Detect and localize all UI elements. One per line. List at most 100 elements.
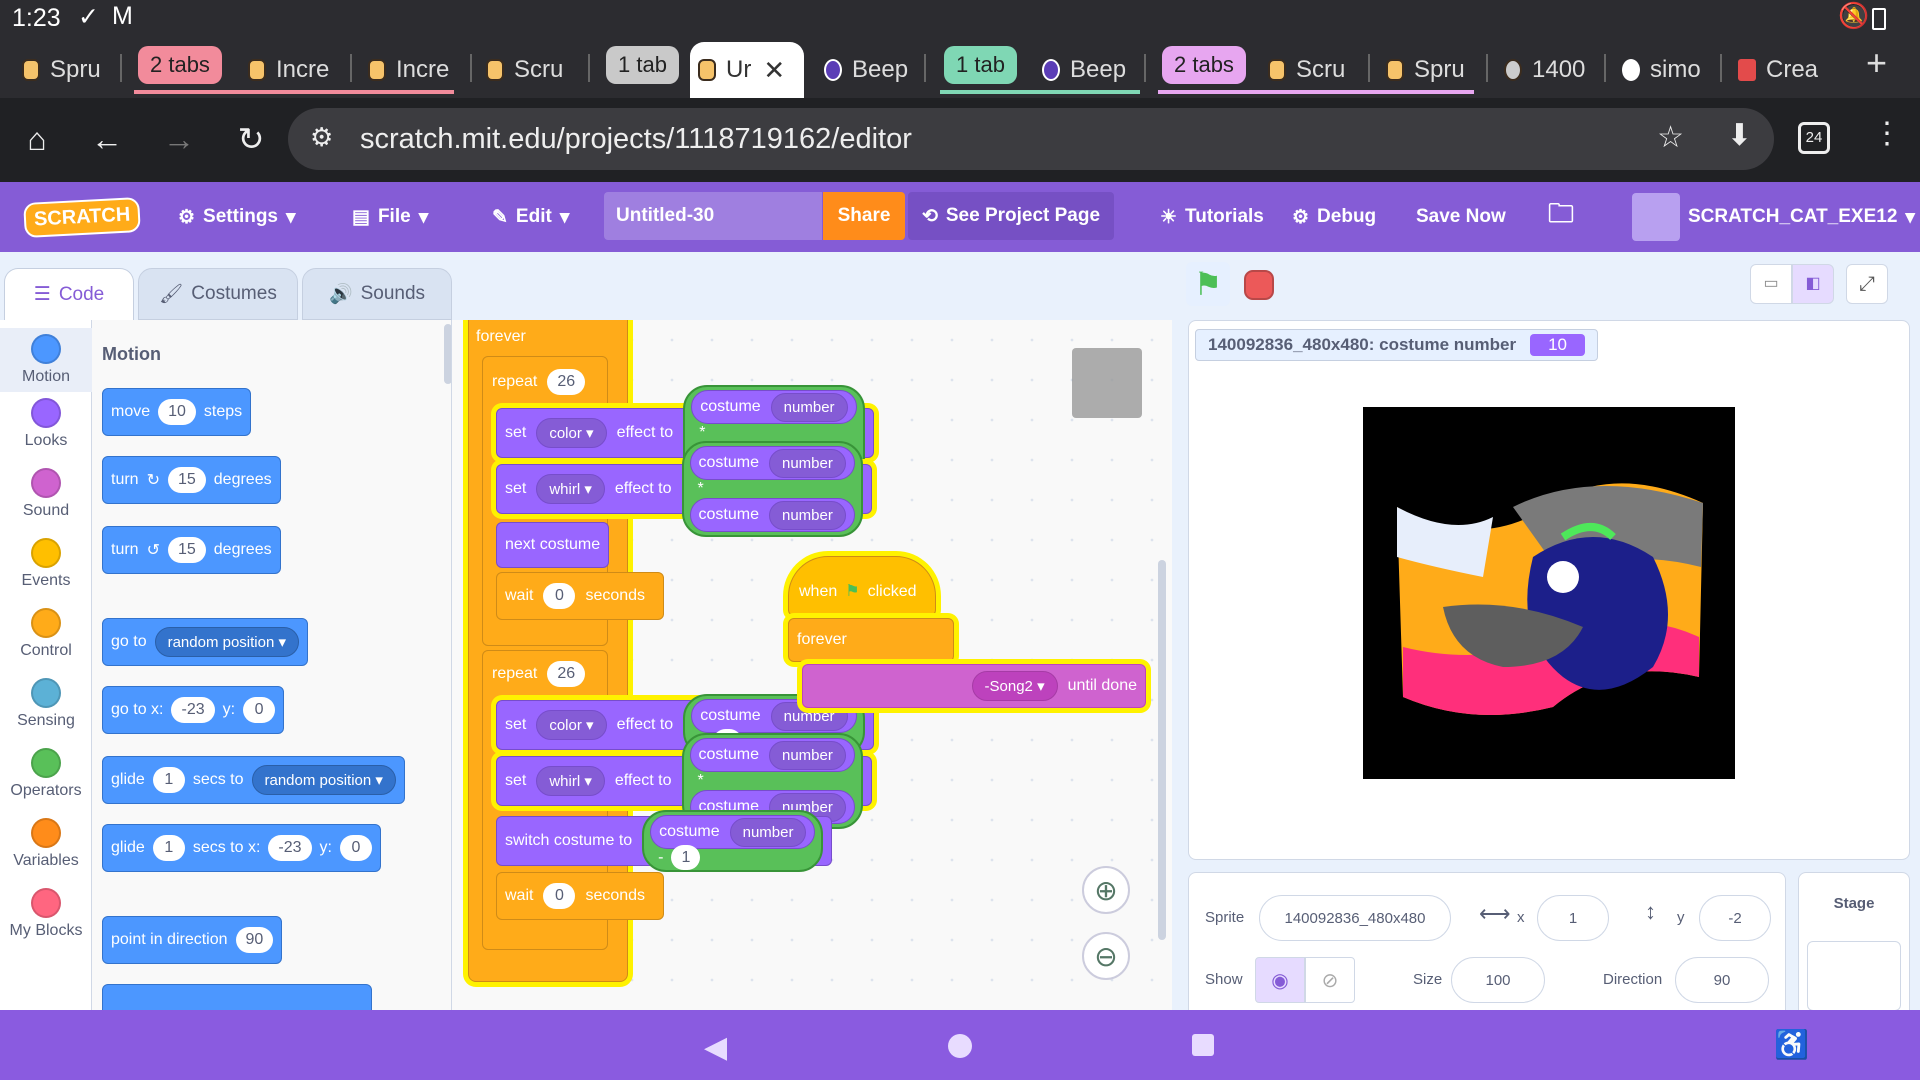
- costume-number-dropdown[interactable]: number: [729, 817, 807, 847]
- scratch-logo[interactable]: SCRATCH: [23, 196, 142, 238]
- large-stage-icon[interactable]: ◧: [1792, 264, 1834, 304]
- costume-reporter[interactable]: costume number: [689, 446, 855, 480]
- browser-tab[interactable]: Scru: [1260, 45, 1358, 95]
- stop-button[interactable]: [1244, 270, 1274, 300]
- reload-icon[interactable]: ↻: [228, 116, 274, 162]
- save-now-button[interactable]: Save Now: [1416, 182, 1506, 252]
- stage-target-panel[interactable]: Stage: [1798, 872, 1910, 1012]
- tab-group-chip[interactable]: 2 tabs: [138, 46, 222, 84]
- category-looks[interactable]: Looks: [0, 398, 92, 450]
- degrees-input[interactable]: 15: [167, 537, 206, 563]
- category-control[interactable]: Control: [0, 608, 92, 660]
- wait-block[interactable]: wait 0 seconds: [496, 572, 664, 620]
- turn-right-block[interactable]: turn ↻ 15 degrees: [102, 456, 281, 504]
- file-menu[interactable]: ▤ File ▾: [352, 182, 428, 252]
- costume-number-dropdown[interactable]: number: [769, 500, 846, 530]
- url-bar[interactable]: ⚙ scratch.mit.edu/projects/1118719162/ed…: [288, 108, 1774, 170]
- tab-costumes[interactable]: 🖌 Costumes: [138, 268, 298, 320]
- browser-tab[interactable]: 1400: [1496, 45, 1594, 95]
- site-settings-icon[interactable]: ⚙: [310, 122, 333, 153]
- multiply-operator[interactable]: costume number * costume number: [681, 441, 863, 537]
- direction-input[interactable]: 90: [235, 927, 274, 953]
- bookmark-star-icon[interactable]: ☆: [1657, 120, 1684, 155]
- sprite-y-input[interactable]: -2: [1699, 895, 1771, 941]
- palette-scrollbar[interactable]: [444, 324, 451, 384]
- category-motion[interactable]: Motion: [0, 328, 92, 392]
- when-flag-clicked-hat[interactable]: when ⚑ clicked: [788, 556, 936, 616]
- point-towards-block[interactable]: [102, 984, 372, 1010]
- set-whirl-effect-block[interactable]: set whirl ▾ effect to costume number * costum…: [496, 733, 872, 829]
- tab-sounds[interactable]: 🔊 Sounds: [302, 268, 452, 320]
- wait-block[interactable]: wait 0 seconds: [496, 872, 664, 920]
- tutorials-button[interactable]: ☀ Tutorials: [1160, 182, 1264, 252]
- number-input[interactable]: 1: [671, 845, 701, 870]
- stage-thumbnail[interactable]: [1807, 941, 1901, 1011]
- back-icon[interactable]: ←: [84, 116, 130, 162]
- category-operators[interactable]: Operators: [0, 748, 92, 800]
- category-events[interactable]: Events: [0, 538, 92, 590]
- script-scrollbar[interactable]: [1158, 560, 1166, 940]
- browser-tab[interactable]: Incre: [360, 45, 456, 95]
- category-variables[interactable]: Variables: [0, 818, 92, 870]
- sprite-size-input[interactable]: 100: [1451, 957, 1545, 1003]
- browser-tab[interactable]: Scru: [478, 45, 578, 95]
- browser-tab[interactable]: Spru: [14, 45, 114, 95]
- category-sensing[interactable]: Sensing: [0, 678, 92, 730]
- secs-input[interactable]: 1: [152, 835, 185, 861]
- costume-number-dropdown[interactable]: number: [769, 448, 846, 478]
- steps-input[interactable]: 10: [158, 399, 196, 425]
- play-sound-until-done-block[interactable]: -Song2 ▾ until done: [802, 664, 1146, 708]
- turn-left-block[interactable]: turn ↺ 15 degrees: [102, 526, 281, 574]
- glide-to-block[interactable]: glide 1 secs to random position ▾: [102, 756, 405, 804]
- costume-reporter[interactable]: costume number: [689, 738, 855, 772]
- switch-costume-block[interactable]: switch costume to costume number -1: [496, 810, 833, 872]
- home-icon[interactable]: ⌂: [14, 116, 60, 162]
- sprite-costume-image[interactable]: [1363, 407, 1735, 779]
- sprite-x-input[interactable]: 1: [1537, 895, 1609, 941]
- browser-tab[interactable]: Incre: [240, 45, 344, 95]
- glide-target-dropdown[interactable]: random position ▾: [251, 765, 396, 795]
- show-visible-eye-icon[interactable]: ◉: [1255, 957, 1305, 1003]
- y-input[interactable]: 0: [339, 835, 372, 861]
- zoom-out-icon[interactable]: ⊖: [1082, 932, 1130, 980]
- go-to-xy-block[interactable]: go to x: -23 y: 0: [102, 686, 285, 734]
- degrees-input[interactable]: 15: [167, 467, 206, 493]
- hide-eye-icon[interactable]: ⊘: [1305, 957, 1355, 1003]
- sound-dropdown[interactable]: -Song2 ▾: [971, 671, 1058, 701]
- share-button[interactable]: Share: [823, 192, 905, 240]
- browser-tab-active[interactable]: Ur ✕: [690, 42, 804, 98]
- forever-block[interactable]: forever: [788, 618, 954, 662]
- browser-tab[interactable]: Beep: [816, 45, 916, 95]
- fullscreen-icon[interactable]: ⤢: [1846, 264, 1888, 304]
- settings-menu[interactable]: ⚙ Settings ▾: [178, 182, 296, 252]
- browser-tab[interactable]: Crea: [1730, 45, 1830, 95]
- y-input[interactable]: 0: [243, 697, 276, 723]
- small-stage-icon[interactable]: ▭: [1750, 264, 1792, 304]
- tab-group-chip[interactable]: 1 tab: [944, 46, 1017, 84]
- tab-group-chip[interactable]: 1 tab: [606, 46, 679, 84]
- download-icon[interactable]: ⬇: [1727, 118, 1752, 153]
- stage[interactable]: 140092836_480x480: costume number 10: [1188, 320, 1910, 860]
- project-title-input[interactable]: Untitled-30: [604, 192, 822, 240]
- tab-code[interactable]: ☰ Code: [4, 268, 134, 320]
- browser-tab[interactable]: Beep: [1034, 45, 1138, 95]
- set-whirl-effect-block[interactable]: set whirl ▾ effect to costume number * costum…: [496, 441, 872, 537]
- category-sound[interactable]: Sound: [0, 468, 92, 520]
- secs-input[interactable]: 1: [152, 767, 185, 793]
- repeat-count-input[interactable]: 26: [547, 661, 586, 687]
- more-menu-icon[interactable]: ⋮: [1872, 116, 1902, 151]
- zoom-in-icon[interactable]: ⊕: [1082, 866, 1130, 914]
- effect-dropdown[interactable]: color ▾: [536, 710, 607, 740]
- glide-xy-block[interactable]: glide 1 secs to x: -23 y: 0: [102, 824, 381, 872]
- effect-dropdown[interactable]: whirl ▾: [536, 766, 605, 796]
- forward-icon[interactable]: →: [156, 116, 202, 162]
- x-input[interactable]: -23: [171, 697, 215, 723]
- accessibility-icon[interactable]: ♿: [1774, 1028, 1809, 1061]
- nav-home-icon[interactable]: [948, 1034, 972, 1058]
- wait-seconds-input[interactable]: 0: [543, 883, 576, 909]
- new-tab-icon[interactable]: +: [1866, 42, 1887, 84]
- sprite-name-input[interactable]: 140092836_480x480: [1259, 895, 1451, 941]
- x-input[interactable]: -23: [268, 835, 312, 861]
- costume-reporter[interactable]: costume number: [691, 390, 857, 424]
- browser-tab[interactable]: Spru: [1378, 45, 1476, 95]
